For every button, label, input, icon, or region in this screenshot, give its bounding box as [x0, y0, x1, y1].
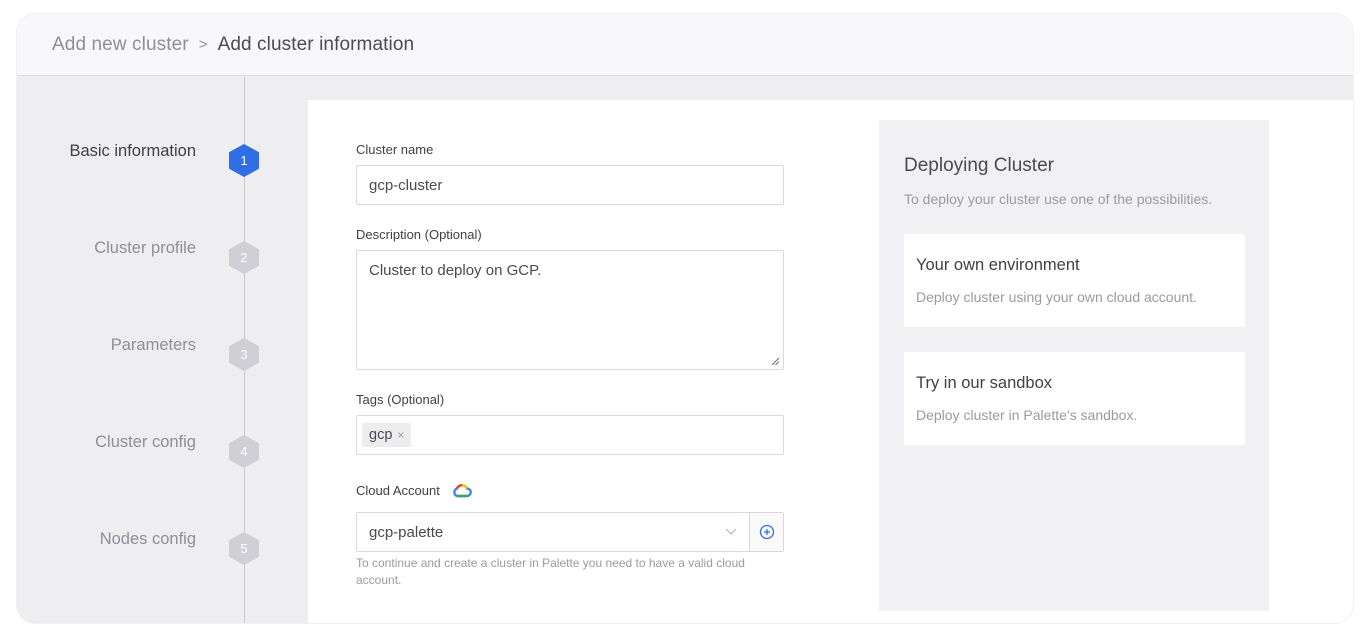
chevron-down-icon	[725, 528, 737, 535]
gcp-cloud-icon	[453, 484, 472, 498]
cluster-name-value: gcp-cluster	[369, 176, 443, 194]
form-panel: Cluster name gcp-cluster Description (Op…	[308, 100, 1353, 623]
tag-text: gcp	[369, 427, 393, 443]
step-label: Basic information	[69, 142, 196, 160]
card-title: Your own environment	[916, 256, 1080, 274]
step-label: Nodes config	[99, 530, 196, 548]
cloud-account-select[interactable]: gcp-palette	[356, 512, 750, 552]
card-description: Deploy cluster using your own cloud acco…	[916, 289, 1197, 305]
breadcrumb-current: Add cluster information	[217, 33, 415, 55]
step-label: Parameters	[110, 336, 196, 354]
description-label: Description (Optional)	[356, 227, 482, 242]
step-label: Cluster config	[95, 433, 196, 451]
cloud-account-selected: gcp-palette	[369, 523, 444, 541]
description-value: Cluster to deploy on GCP.	[369, 262, 542, 279]
breadcrumb-separator: >	[198, 36, 208, 53]
step-number-badge: 5	[229, 532, 259, 565]
step-nodes-config[interactable]: Nodes config 5	[17, 528, 308, 568]
tag-chip: gcp ×	[362, 423, 412, 447]
wizard-steps: Basic information 1 Cluster profile 2 Pa…	[17, 77, 308, 623]
step-number-badge: 1	[229, 144, 259, 177]
cluster-name-label: Cluster name	[356, 142, 434, 157]
step-number-badge: 4	[229, 435, 259, 468]
info-subtitle: To deploy your cluster use one of the po…	[904, 191, 1213, 207]
cluster-name-input[interactable]: gcp-cluster	[356, 165, 784, 205]
tags-input[interactable]: gcp ×	[356, 415, 784, 455]
step-basic-information[interactable]: Basic information 1	[17, 140, 308, 180]
tag-remove-icon[interactable]: ×	[397, 428, 404, 442]
info-panel: Deploying Cluster To deploy your cluster…	[879, 120, 1269, 611]
step-parameters[interactable]: Parameters 3	[17, 334, 308, 374]
step-label: Cluster profile	[94, 239, 196, 257]
resize-handle-icon[interactable]	[771, 357, 780, 366]
cloud-account-label: Cloud Account	[356, 483, 472, 498]
cloud-account-label-text: Cloud Account	[356, 483, 440, 498]
card-description: Deploy cluster in Palette's sandbox.	[916, 407, 1138, 423]
step-number-badge: 2	[229, 241, 259, 274]
tags-label: Tags (Optional)	[356, 392, 445, 407]
step-number-badge: 3	[229, 338, 259, 371]
plus-circle-icon	[759, 524, 774, 540]
option-card-own-environment[interactable]: Your own environment Deploy cluster usin…	[904, 234, 1245, 327]
cloud-account-hint: To continue and create a cluster in Pale…	[356, 556, 745, 587]
option-card-sandbox[interactable]: Try in our sandbox Deploy cluster in Pal…	[904, 352, 1245, 445]
step-cluster-config[interactable]: Cluster config 4	[17, 431, 308, 471]
header: Add new cluster > Add cluster informatio…	[17, 14, 1353, 76]
add-cloud-account-button[interactable]	[749, 512, 784, 552]
app-window: Add new cluster > Add cluster informatio…	[17, 14, 1353, 623]
breadcrumb-root[interactable]: Add new cluster	[52, 34, 189, 56]
step-cluster-profile[interactable]: Cluster profile 2	[17, 237, 308, 277]
card-title: Try in our sandbox	[916, 374, 1053, 392]
description-textarea[interactable]: Cluster to deploy on GCP.	[356, 250, 784, 370]
info-title: Deploying Cluster	[904, 155, 1054, 176]
